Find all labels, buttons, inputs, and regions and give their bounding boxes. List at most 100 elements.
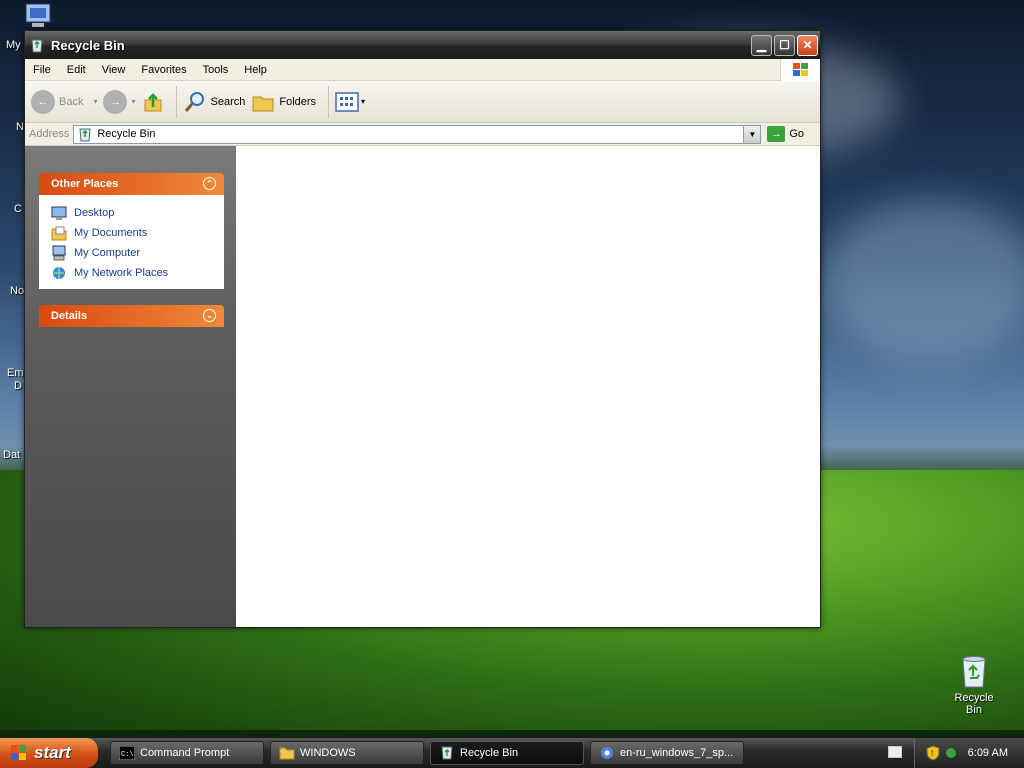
desktop-icon	[51, 206, 67, 220]
menu-edit[interactable]: Edit	[59, 64, 94, 76]
up-folder-icon	[144, 92, 161, 111]
recycle-bin-icon	[962, 656, 986, 688]
other-places-header[interactable]: Other Places ⌃	[39, 173, 224, 195]
desktop-label: Em	[7, 367, 24, 379]
desktop-icon-my-computer[interactable]	[22, 2, 54, 30]
start-button[interactable]: start	[0, 738, 98, 768]
title-bar[interactable]: Recycle Bin ▁ ☐ ✕	[25, 31, 820, 59]
collapse-icon: ⌃	[203, 177, 216, 190]
address-label: Address	[29, 128, 70, 140]
toolbar-separator	[328, 85, 330, 118]
forward-button[interactable]: → ▾	[103, 89, 136, 114]
my-documents-icon	[51, 226, 67, 241]
network-icon[interactable]	[944, 746, 958, 760]
place-label: Desktop	[74, 207, 115, 219]
my-computer-icon	[52, 245, 66, 261]
menu-bar: File Edit View Favorites Tools Help	[25, 59, 820, 81]
place-label: My Documents	[74, 227, 148, 239]
security-shield-icon[interactable]: !	[926, 745, 940, 761]
windows-flag-icon	[792, 63, 808, 76]
close-icon: ✕	[802, 38, 813, 52]
desktop-label: Dat	[3, 449, 21, 461]
taskbar: start C:\ Command Prompt WINDOWS Recycle…	[0, 738, 1024, 768]
clock[interactable]: 6:09 AM	[968, 747, 1008, 759]
menu-favorites[interactable]: Favorites	[133, 64, 194, 76]
window-body: Other Places ⌃ Desktop My Documents My C…	[25, 146, 820, 627]
address-dropdown-button[interactable]: ▼	[743, 125, 761, 143]
back-label: Back	[59, 95, 84, 108]
place-desktop[interactable]: Desktop	[51, 203, 212, 223]
go-label: Go	[789, 128, 804, 140]
task-label: WINDOWS	[300, 747, 356, 759]
address-value: Recycle Bin	[97, 128, 156, 140]
task-pane: Other Places ⌃ Desktop My Documents My C…	[25, 146, 236, 627]
forward-arrow-icon: →	[103, 89, 128, 114]
task-windows-folder[interactable]: WINDOWS	[270, 741, 424, 765]
place-label: My Network Places	[74, 267, 169, 279]
keyboard-icon[interactable]	[888, 746, 902, 758]
other-places-title: Other Places	[51, 178, 119, 190]
maximize-button[interactable]: ☐	[774, 34, 795, 56]
task-browser-download[interactable]: en-ru_windows_7_sp...	[590, 741, 744, 765]
file-list-area[interactable]	[236, 146, 820, 627]
back-button[interactable]: ← Back ▾	[31, 89, 98, 114]
search-icon	[184, 91, 204, 112]
address-bar: Address Recycle Bin ▼ → Go	[25, 123, 820, 146]
chevron-down-icon: ▾	[93, 97, 98, 106]
cloud	[820, 200, 1024, 360]
chevron-down-icon: ▾	[131, 97, 136, 106]
menu-file[interactable]: File	[25, 64, 59, 76]
views-button[interactable]: ▾	[335, 91, 366, 112]
place-label: My Computer	[74, 247, 141, 259]
recycle-bin-icon	[79, 128, 91, 142]
windows-flag-icon	[11, 745, 26, 760]
details-title: Details	[51, 310, 88, 322]
search-button[interactable]: Search	[183, 90, 245, 114]
address-input[interactable]: Recycle Bin ▼	[73, 124, 762, 144]
menu-view[interactable]: View	[94, 64, 134, 76]
task-label: en-ru_windows_7_sp...	[620, 747, 734, 759]
menu-help[interactable]: Help	[236, 64, 275, 76]
other-places-panel: Desktop My Documents My Computer My Netw…	[39, 195, 224, 289]
recycle-bin-window: Recycle Bin ▁ ☐ ✕ File Edit View Favorit…	[24, 30, 821, 628]
desktop-label: N	[16, 121, 24, 133]
windows-logo	[780, 59, 820, 81]
svg-text:C:\: C:\	[121, 751, 134, 759]
details-header[interactable]: Details ⌄	[39, 305, 224, 327]
task-label: Command Prompt	[140, 747, 230, 759]
chrome-icon	[601, 747, 613, 759]
minimize-icon: ▁	[756, 38, 767, 52]
expand-icon: ⌄	[203, 309, 216, 322]
place-my-network-places[interactable]: My Network Places	[51, 263, 212, 283]
task-recycle-bin[interactable]: Recycle Bin	[430, 741, 584, 765]
maximize-icon: ☐	[779, 38, 790, 52]
network-places-icon	[53, 267, 65, 279]
task-command-prompt[interactable]: C:\ Command Prompt	[110, 741, 264, 765]
toolbar: ← Back ▾ → ▾ Search Folders ▾	[25, 81, 820, 123]
go-arrow-icon: →	[767, 126, 786, 142]
minimize-button[interactable]: ▁	[751, 34, 772, 56]
chevron-down-icon: ▾	[361, 97, 366, 106]
desktop-icon-label: Recycle Bin	[954, 692, 994, 716]
folders-button[interactable]: Folders	[251, 91, 316, 113]
desktop-label: D	[14, 380, 22, 392]
close-button[interactable]: ✕	[797, 34, 818, 56]
folders-icon	[252, 96, 274, 111]
up-folder-button[interactable]	[142, 91, 164, 113]
back-arrow-icon: ←	[31, 89, 55, 114]
my-computer-icon	[25, 3, 51, 27]
place-my-computer[interactable]: My Computer	[51, 243, 212, 263]
desktop-label: My	[6, 39, 21, 51]
recycle-bin-icon	[441, 746, 453, 760]
folders-label: Folders	[279, 95, 317, 108]
start-label: start	[34, 743, 71, 762]
desktop-label: C	[14, 203, 22, 215]
menu-tools[interactable]: Tools	[195, 64, 237, 76]
command-prompt-icon: C:\	[119, 746, 135, 760]
go-button[interactable]: → Go	[767, 126, 804, 142]
svg-text:!: !	[931, 749, 933, 758]
desktop-label: No	[10, 285, 25, 297]
desktop-icon-recycle-bin[interactable]: Recycle Bin	[946, 655, 1002, 716]
system-tray: ! 6:09 AM	[914, 738, 1024, 768]
place-my-documents[interactable]: My Documents	[51, 223, 212, 243]
